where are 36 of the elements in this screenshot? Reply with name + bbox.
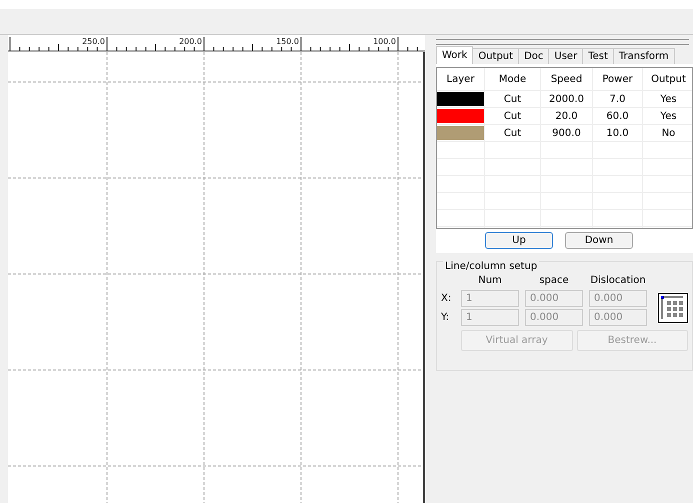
tab[interactable]: Work (436, 46, 474, 64)
tab[interactable]: Transform (612, 48, 675, 64)
move-button[interactable]: Up (485, 232, 553, 249)
column-header: Layer (437, 68, 485, 90)
column-header: Speed (541, 68, 593, 90)
ruler-label: 250.0 (82, 37, 105, 46)
ruler-label: 200.0 (179, 37, 202, 46)
table-cell: Yes (643, 91, 692, 107)
table-cell: 20.0 (541, 108, 593, 124)
column-header: Mode (485, 68, 541, 90)
layer-color-swatch[interactable] (437, 126, 484, 140)
column-header: Num (477, 274, 503, 288)
table-cell: 7.0 (593, 91, 643, 107)
group-title: Line/column setup (443, 261, 540, 272)
ruler-label: 150.0 (276, 37, 299, 46)
ruler-label: 100.0 (373, 37, 396, 46)
table-cell: No (643, 125, 692, 141)
axis-label: X: (441, 293, 452, 304)
array-grid-icon[interactable] (658, 293, 688, 323)
layer-color-swatch[interactable] (437, 109, 484, 123)
table-cell: 10.0 (593, 125, 643, 141)
column-header: space (538, 274, 570, 288)
table-cell: Cut (485, 91, 541, 107)
column-header: Dislocation (589, 274, 647, 288)
table-cell: 900.0 (541, 125, 593, 141)
axis-label: Y: (441, 312, 450, 323)
table-cell: Cut (485, 125, 541, 141)
table-cell: Yes (643, 108, 692, 124)
column-header: Output (643, 68, 692, 90)
table-cell: Cut (485, 108, 541, 124)
move-button[interactable]: Down (565, 232, 633, 249)
tab[interactable]: Output (472, 48, 520, 64)
column-header: Power (593, 68, 643, 90)
layer-color-swatch[interactable] (437, 92, 484, 106)
table-cell: 60.0 (593, 108, 643, 124)
table-cell: 2000.0 (541, 91, 593, 107)
